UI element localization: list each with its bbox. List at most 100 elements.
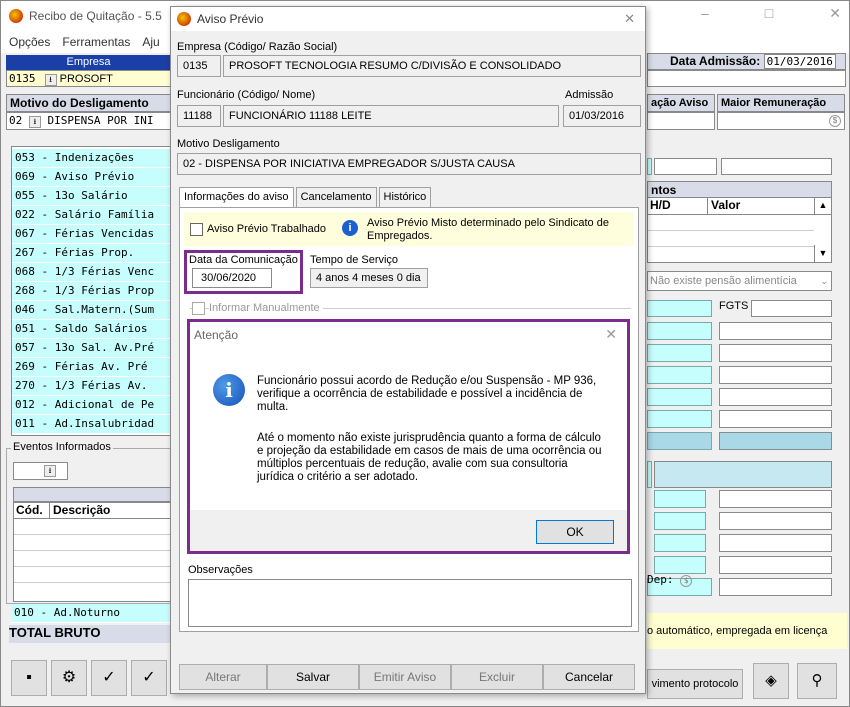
table-row[interactable] [14, 551, 174, 567]
verba-item[interactable]: 069 - Aviso Prévio [12, 168, 175, 187]
informar-checkbox[interactable] [192, 302, 205, 315]
maior-field[interactable]: $ [717, 112, 845, 130]
eventos-label: Eventos Informados [11, 441, 113, 453]
admissao-field: 01/03/2016 [563, 105, 641, 127]
chevron-down-icon[interactable]: ⌄ [820, 272, 828, 290]
desc-header: Descrição [53, 503, 111, 517]
value-field[interactable] [719, 366, 832, 384]
verba-item[interactable]: 011 - Ad.Insalubridad [12, 415, 175, 434]
field[interactable] [654, 158, 717, 175]
lookup-icon[interactable]: ⭳ [44, 74, 57, 86]
value-field[interactable] [719, 322, 832, 340]
table-row[interactable] [14, 535, 174, 551]
check-icon[interactable]: ✓ [91, 660, 127, 696]
value-field[interactable] [719, 388, 832, 406]
maximize-button[interactable]: □ [765, 5, 773, 22]
value-field[interactable] [719, 344, 832, 362]
verba-item[interactable]: 012 - Adicional de Pe [12, 396, 175, 415]
trabalhado-checkbox[interactable] [190, 223, 203, 236]
cyan-cell [647, 158, 652, 175]
maior-remuneracao-header: Maior Remuneração [717, 94, 845, 112]
window-controls: – □ ✕ [701, 5, 841, 22]
verba-item[interactable]: 067 - Férias Vencidas [12, 225, 175, 244]
alterar-button[interactable]: Alterar [179, 664, 267, 690]
table-row[interactable] [648, 215, 814, 231]
pensao-select[interactable]: Não existe pensão alimentícia ⌄ [647, 271, 832, 291]
table-row[interactable] [14, 519, 174, 535]
verba-item[interactable]: 046 - Sal.Matern.(Sum [12, 301, 175, 320]
menu-ferramentas[interactable]: Ferramentas [62, 35, 130, 49]
emitir-aviso-button[interactable]: Emitir Aviso [359, 664, 451, 690]
cyan-cell [647, 344, 712, 362]
aviso-field[interactable] [647, 112, 715, 130]
app-icon [9, 9, 23, 23]
minimize-button[interactable]: – [701, 5, 709, 22]
verba-item[interactable]: 057 - 13o Sal. Av.Pré [12, 339, 175, 358]
lookup-icon[interactable]: ⭳ [28, 116, 41, 128]
motivo-field[interactable]: 02 ⭳ DISPENSA POR INI [6, 112, 171, 130]
table-row[interactable] [14, 567, 174, 583]
field[interactable] [721, 158, 832, 175]
info-icon: i [213, 374, 245, 406]
value-field[interactable] [719, 490, 832, 508]
verba-item[interactable]: 022 - Salário Família [12, 206, 175, 225]
empresa-code: 0135 [9, 72, 36, 85]
value-field[interactable] [719, 512, 832, 530]
close-icon[interactable]: ✕ [605, 326, 617, 343]
fgts-field[interactable] [751, 300, 832, 317]
calculator-icon[interactable]: ⚙ [51, 660, 87, 696]
verba-item[interactable]: 269 - Férias Av. Pré [12, 358, 175, 377]
admissao-label: Admissão [565, 89, 614, 101]
data-comunicacao-input[interactable]: 30/06/2020 [192, 268, 272, 288]
trabalhado-label: Aviso Prévio Trabalhado [207, 223, 327, 235]
menu-opcoes[interactable]: Opções [9, 35, 50, 49]
verba-item[interactable]: 068 - 1/3 Férias Venc [12, 263, 175, 282]
salvar-button[interactable]: Salvar [267, 664, 359, 690]
eventos-input[interactable]: ⭳ [13, 462, 68, 480]
cyan-cell [654, 534, 706, 552]
lookup-icon[interactable]: ⭳ [44, 465, 56, 477]
cyan-cell [647, 366, 712, 384]
cyan-cell [647, 410, 712, 428]
excluir-button[interactable]: Excluir [451, 664, 543, 690]
scroll-down-icon[interactable]: ▼ [814, 245, 831, 262]
value-field[interactable] [719, 534, 832, 552]
diamond-icon[interactable]: ◈ [753, 663, 789, 699]
cancelar-button[interactable]: Cancelar [543, 664, 635, 690]
check2-icon[interactable]: ✓ [131, 660, 167, 696]
close-icon[interactable]: ✕ [624, 11, 635, 27]
verba-item[interactable]: 053 - Indenizações [12, 149, 175, 168]
empresa-field[interactable]: 0135 ⭳ PROSOFT [6, 70, 171, 87]
menu-ajuda[interactable]: Aju [142, 35, 159, 49]
motivo-header: Motivo do Desligamento [6, 94, 171, 112]
verba-item[interactable]: 270 - 1/3 Férias Av. [12, 377, 175, 396]
atencao-dialog: Atenção ✕ i Funcionário possui acordo de… [187, 319, 630, 554]
coin-icon[interactable]: $ [680, 575, 693, 587]
verba-item[interactable]: 055 - 13o Salário [12, 187, 175, 206]
value-field[interactable] [719, 432, 832, 450]
tab-informacoes[interactable]: Informações do aviso [179, 187, 294, 207]
blue-panel [654, 461, 832, 488]
coin-icon[interactable]: $ [829, 115, 841, 127]
verbas-list: 053 - Indenizações 069 - Aviso Prévio 055 … [11, 146, 176, 436]
alert-paragraph-1: Funcionário possui acordo de Redução e/o… [257, 375, 597, 413]
scroll-up-icon[interactable]: ▲ [814, 198, 831, 214]
save-icon[interactable]: ▪ [11, 660, 47, 696]
ok-button[interactable]: OK [536, 520, 614, 544]
tab-cancelamento[interactable]: Cancelamento [295, 187, 377, 207]
observacoes-textarea[interactable] [188, 579, 632, 627]
verba-item[interactable]: 268 - 1/3 Férias Prop [12, 282, 175, 301]
value-field[interactable] [719, 410, 832, 428]
adnoturno-row[interactable]: 010 - Ad.Noturno [11, 604, 173, 623]
search-user-icon[interactable]: ⚲ [797, 663, 837, 699]
protocolo-button[interactable]: vimento protocolo [647, 669, 743, 699]
verba-item[interactable]: 051 - Saldo Salários [12, 320, 175, 339]
motivo-text: DISPENSA POR INI [47, 114, 154, 127]
close-button[interactable]: ✕ [829, 5, 841, 22]
table-row[interactable] [648, 231, 814, 247]
value-field[interactable] [719, 556, 832, 574]
verba-item[interactable]: 267 - Férias Prop. [12, 244, 175, 263]
motivo-code: 02 [9, 114, 23, 127]
tab-historico[interactable]: Histórico [378, 187, 432, 207]
value-field[interactable] [719, 578, 832, 596]
